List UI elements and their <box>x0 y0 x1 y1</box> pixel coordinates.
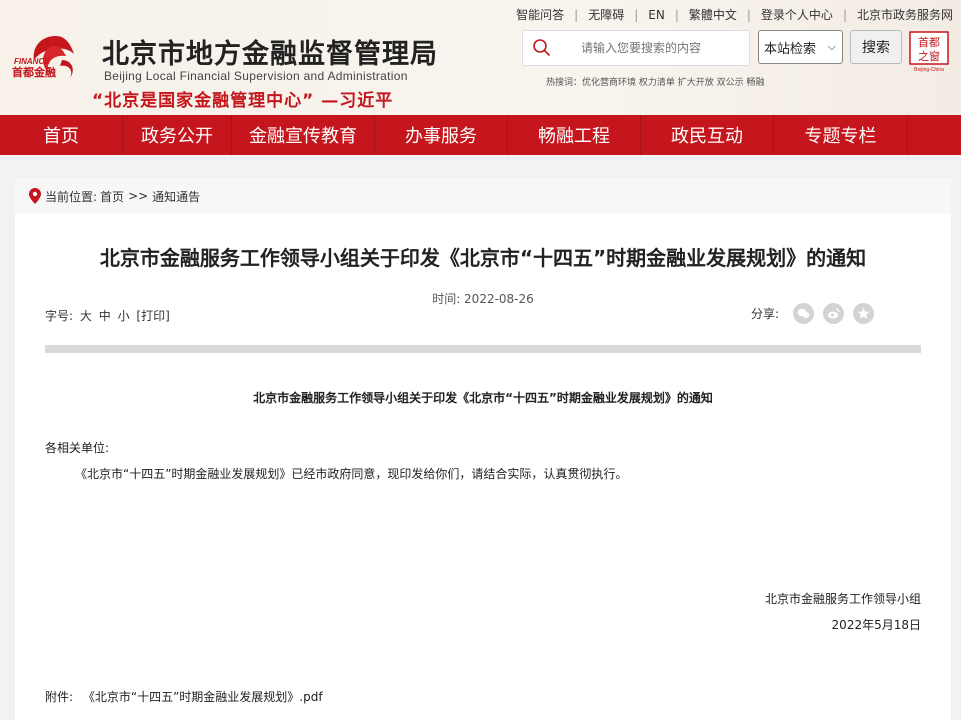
badge-bottom-text: Beijing-China <box>914 67 944 73</box>
article-container: 北京市金融服务工作领导小组关于印发《北京市“十四五”时期金融业发展规划》的通知 … <box>15 214 951 720</box>
hot-search-words: 热搜词：优化营商环境 权力清单 扩大开放 双公示 畅融 <box>546 78 765 88</box>
font-size-large-button[interactable]: 大 <box>80 309 92 323</box>
search-box <box>522 30 750 66</box>
wechat-icon[interactable] <box>793 303 815 324</box>
topnav-smart-qa[interactable]: 智能问答 <box>506 6 574 23</box>
top-utility-nav: 智能问答 | 无障碍 | EN | 繁體中文 | 登录个人中心 | 北京市政务服… <box>506 6 953 23</box>
breadcrumb-current[interactable]: 通知通告 <box>152 188 200 205</box>
attachment-link[interactable]: 《北京市“十四五”时期金融业发展规划》.pdf <box>83 690 323 704</box>
attachment-line: 附件: 《北京市“十四五”时期金融业发展规划》.pdf <box>45 688 323 705</box>
topnav-gov-service[interactable]: 北京市政务服务网 <box>847 6 953 23</box>
weibo-icon[interactable] <box>823 303 845 324</box>
nav-finance-education[interactable]: 金融宣传教育 <box>232 115 375 155</box>
document-body: 《北京市“十四五”时期金融业发展规划》已经市政府同意，现印发给你们，请结合实际，… <box>75 467 628 481</box>
topnav-login[interactable]: 登录个人中心 <box>751 6 843 23</box>
site-title-english: Beijing Local Financial Supervision and … <box>104 69 408 83</box>
location-pin-icon <box>29 188 41 204</box>
font-size-small-button[interactable]: 小 <box>118 309 130 323</box>
nav-public-interaction[interactable]: 政民互动 <box>641 115 774 155</box>
topnav-traditional-chinese[interactable]: 繁體中文 <box>679 6 747 23</box>
search-scope-value: 本站检索 <box>764 41 817 57</box>
chevron-down-icon: ⌵ <box>827 40 836 53</box>
main-nav: 首页 政务公开 金融宣传教育 办事服务 畅融工程 政民互动 专题专栏 <box>0 115 961 155</box>
document-recipient: 各相关单位: <box>45 441 110 455</box>
search-icon[interactable] <box>523 30 561 66</box>
breadcrumb-separator: >> <box>128 189 149 203</box>
slogan: “北京是国家金融管理中心” —习近平 <box>92 91 394 111</box>
breadcrumb-home[interactable]: 首页 <box>100 188 124 205</box>
nav-changrong-project[interactable]: 畅融工程 <box>508 115 641 155</box>
finance-logo[interactable]: FINANCE 首都金融 <box>12 30 100 86</box>
font-size-control: 字号: 大 中 小 [打印] <box>45 307 173 324</box>
date-value: 2022-08-26 <box>464 292 534 306</box>
nav-services[interactable]: 办事服务 <box>375 115 508 155</box>
search-button[interactable]: 搜索 <box>850 30 902 64</box>
logo-text-cn: 首都金融 <box>12 65 56 79</box>
article-title: 北京市金融服务工作领导小组关于印发《北京市“十四五”时期金融业发展规划》的通知 <box>99 246 867 270</box>
site-header: 智能问答 | 无障碍 | EN | 繁體中文 | 登录个人中心 | 北京市政务服… <box>0 0 961 115</box>
document-signer: 北京市金融服务工作领导小组 <box>764 592 921 606</box>
share-bar: 分享: <box>751 303 875 324</box>
search-input[interactable] <box>561 41 731 55</box>
capital-window-badge[interactable]: 首都 之窗 Beijing-China <box>909 31 949 73</box>
document-sign-date: 2022年5月18日 <box>831 618 921 632</box>
favorite-star-icon[interactable] <box>853 303 875 324</box>
nav-home[interactable]: 首页 <box>0 115 123 155</box>
article-divider <box>45 345 921 353</box>
badge-mid-text: 之窗 <box>918 49 940 63</box>
nav-gov-affairs[interactable]: 政务公开 <box>123 115 232 155</box>
site-title[interactable]: 北京市地方金融监督管理局 <box>102 32 438 71</box>
logo-text-en: FINANCE <box>14 57 50 66</box>
topnav-english[interactable]: EN <box>638 8 675 22</box>
topnav-accessibility[interactable]: 无障碍 <box>578 6 634 23</box>
breadcrumb: 当前位置: 首页 >> 通知通告 <box>15 178 951 214</box>
font-size-label: 字号: <box>45 309 74 323</box>
breadcrumb-label: 当前位置: <box>45 189 98 204</box>
nav-special-topics[interactable]: 专题专栏 <box>774 115 908 155</box>
print-button[interactable]: [打印] <box>136 309 169 323</box>
share-label: 分享: <box>751 307 780 321</box>
date-label: 时间: <box>432 292 465 306</box>
attachment-label: 附件: <box>45 690 74 704</box>
search-scope-select[interactable]: 本站检索 ⌵ <box>758 30 843 64</box>
document-title: 北京市金融服务工作领导小组关于印发《北京市“十四五”时期金融业发展规划》的通知 <box>253 391 713 405</box>
font-size-medium-button[interactable]: 中 <box>99 309 111 323</box>
badge-top-text: 首都 <box>918 35 940 49</box>
nav-filler <box>908 115 961 155</box>
